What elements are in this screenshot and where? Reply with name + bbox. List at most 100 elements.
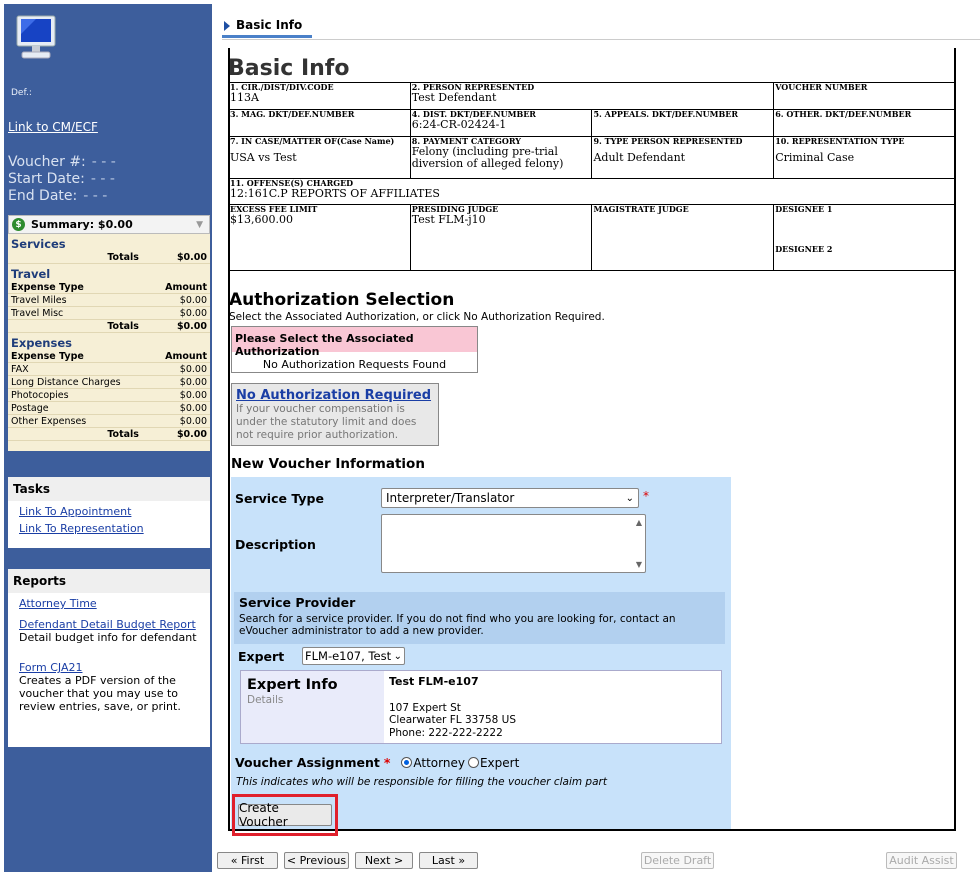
required-asterisk: * [383, 755, 391, 770]
description-textarea[interactable]: ▲ ▼ [381, 514, 646, 573]
authorization-list-header: Please Select the Associated Authorizati… [232, 327, 477, 358]
mag-label: 3. MAG. DKT/DEF.NUMBER [230, 109, 355, 119]
tab-basic-info[interactable]: Basic Info [222, 16, 312, 38]
excess-cell: EXCESS FEE LIMIT $13,600.00 [228, 204, 411, 271]
excess-value: $13,600.00 [230, 213, 293, 226]
other-label: 6. OTHER. DKT/DEF.NUMBER [775, 109, 912, 119]
summary-panel: $ Summary: $0.00 ▼ Services Totals $0.00 … [8, 215, 210, 451]
chevron-down-icon: ⌄ [625, 492, 634, 504]
person-cell: 2. PERSON REPRESENTED Test Defendant [409, 82, 775, 110]
service-provider-panel: Service Provider Search for a service pr… [234, 592, 725, 644]
expert-select[interactable]: FLM-e107, Test ⌄ [302, 647, 405, 665]
table-row: Other Expenses $0.00 [8, 415, 210, 428]
last-button[interactable]: Last » [419, 852, 478, 869]
create-voucher-highlight: Create Voucher [232, 794, 338, 836]
row-name: Travel Misc [11, 307, 64, 319]
chevron-down-icon: ⌄ [393, 650, 402, 662]
defendant-label: Def.: [11, 88, 32, 98]
previous-button[interactable]: < Previous [284, 852, 349, 869]
voucher-info: Voucher #: - - - Start Date: - - - End Dat… [8, 154, 116, 205]
expert-radio[interactable] [467, 757, 479, 768]
summary-header[interactable]: $ Summary: $0.00 ▼ [8, 215, 210, 234]
divider [222, 39, 980, 40]
type-value: Adult Defendant [593, 151, 686, 164]
totals-label: Totals [107, 251, 139, 263]
rep-label: 10. REPRESENTATION TYPE [775, 136, 905, 146]
table-row: Postage $0.00 [8, 402, 210, 415]
new-voucher-form: Service Type Interpreter/Translator ⌄ * … [231, 477, 731, 836]
services-title: Services [11, 237, 66, 251]
next-button[interactable]: Next > [355, 852, 413, 869]
travel-header-row: Expense Type Amount [8, 281, 210, 294]
expert-option-label[interactable]: Expert [480, 756, 519, 770]
col-expense-type: Expense Type [11, 281, 84, 293]
expenses-header-row: Expense Type Amount [8, 350, 210, 363]
rep-value: Criminal Case [775, 151, 855, 164]
row-name: Travel Miles [11, 294, 67, 306]
no-authorization-link[interactable]: No Authorization Required [236, 388, 434, 403]
table-row: FAX $0.00 [8, 363, 210, 376]
service-type-value: Interpreter/Translator [386, 491, 515, 505]
attorney-option-label[interactable]: Attorney [413, 756, 465, 770]
totals-label: Totals [107, 320, 139, 332]
service-type-select[interactable]: Interpreter/Translator ⌄ [381, 488, 639, 508]
chevron-down-icon[interactable]: ▼ [196, 220, 203, 230]
voucher-number-cell: VOUCHER NUMBER [773, 82, 956, 110]
computer-monitor-icon [16, 15, 56, 59]
audit-assist-button[interactable]: Audit Assist [886, 852, 957, 869]
row-name: Photocopies [11, 389, 69, 401]
row-amount: $0.00 [179, 363, 207, 375]
scroll-up-icon[interactable]: ▲ [636, 518, 642, 527]
scroll-down-icon[interactable]: ▼ [636, 560, 642, 569]
expert-info-card: Expert Info Details Test FLM-e107 107 Ex… [240, 670, 722, 744]
delete-draft-button[interactable]: Delete Draft [641, 852, 714, 869]
start-date-value: - - - [90, 171, 115, 187]
service-type-label: Service Type [235, 491, 324, 506]
mag-cell: 3. MAG. DKT/DEF.NUMBER [228, 109, 411, 137]
magistrate-cell: MAGISTRATE JUDGE [591, 204, 775, 271]
voucher-number-label: VOUCHER NUMBER [775, 82, 868, 92]
table-row: Photocopies $0.00 [8, 389, 210, 402]
expert-info-title: Expert Info [247, 677, 338, 693]
create-voucher-button[interactable]: Create Voucher [238, 801, 332, 829]
totals-value: $0.00 [176, 428, 207, 440]
payment-cell: 8. PAYMENT CATEGORY Felony (including pre… [409, 136, 593, 179]
table-row: Travel Misc $0.00 [8, 307, 210, 320]
judge-value: Test FLM-j10 [411, 213, 486, 226]
expert-name: Test FLM-e107 [389, 675, 479, 688]
attorney-time-link[interactable]: Attorney Time [8, 597, 210, 610]
attorney-radio[interactable] [401, 757, 413, 768]
designee2-label: DESIGNEE 2 [775, 244, 833, 254]
col-amount: Amount [165, 281, 207, 293]
form-cja21-link[interactable]: Form CJA21 [8, 661, 210, 674]
authorization-section: Authorization Selection Select the Assoc… [229, 290, 605, 323]
link-to-appointment[interactable]: Link To Appointment [8, 505, 210, 518]
col-expense-type: Expense Type [11, 350, 84, 362]
no-authorization-box[interactable]: No Authorization Required If your vouche… [231, 383, 439, 446]
budget-report-link[interactable]: Defendant Detail Budget Report [8, 618, 210, 631]
cmecf-link[interactable]: Link to CM/ECF [8, 120, 98, 134]
page-title: Basic Info [228, 56, 350, 81]
expenses-title: Expenses [11, 336, 72, 350]
service-provider-title: Service Provider [239, 595, 356, 610]
travel-title: Travel [11, 267, 51, 281]
services-totals-row: Totals $0.00 [8, 251, 210, 264]
case-label: 7. IN CASE/MATTER OF(Case Name) [230, 136, 395, 146]
summary-title: Summary: $0.00 [31, 218, 133, 231]
link-to-representation[interactable]: Link To Representation [8, 522, 210, 535]
totals-value: $0.00 [176, 251, 207, 263]
tab-bar: Basic Info [222, 16, 312, 40]
expert-details: Test FLM-e107 107 Expert St Clearwater F… [389, 675, 516, 739]
description-label: Description [235, 537, 316, 552]
other-cell: 6. OTHER. DKT/DEF.NUMBER [773, 109, 956, 137]
appeals-label: 5. APPEALS. DKT/DEF.NUMBER [593, 109, 738, 119]
reports-title: Reports [8, 569, 210, 593]
tasks-panel: Tasks Link To Appointment Link To Repres… [8, 477, 210, 548]
totals-label: Totals [107, 428, 139, 440]
expert-info-sub: Details [247, 694, 284, 706]
first-button[interactable]: « First [217, 852, 278, 869]
sidebar: Def.: Link to CM/ECF Voucher #: - - - Sta… [4, 4, 212, 872]
service-provider-desc: Search for a service provider. If you do… [239, 613, 676, 637]
row-name: Other Expenses [11, 415, 87, 427]
cir-cell: 1. CIR./DIST/DIV.CODE 113A [228, 82, 411, 110]
